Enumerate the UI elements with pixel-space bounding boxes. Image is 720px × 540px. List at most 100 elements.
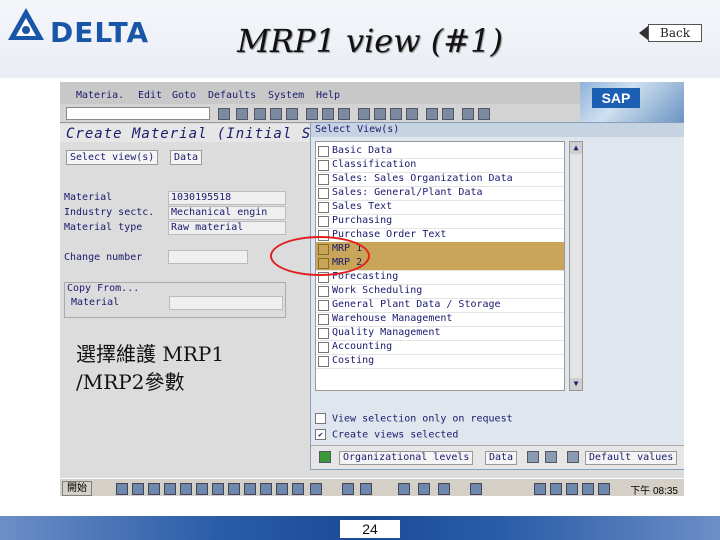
material-field[interactable]: 1030195518 bbox=[168, 191, 286, 205]
cancel-icon[interactable] bbox=[286, 108, 298, 120]
option-request-label: View selection only on request bbox=[332, 413, 513, 425]
org-levels-button[interactable]: Organizational levels bbox=[339, 451, 474, 465]
view-checkbox[interactable] bbox=[318, 328, 329, 339]
taskbar-app-icon[interactable] bbox=[276, 483, 288, 495]
menu-item-system[interactable]: System bbox=[268, 90, 304, 101]
view-row[interactable]: Classification bbox=[316, 158, 564, 173]
caption-line-2: /MRP2參數 bbox=[76, 370, 185, 394]
tray-icon[interactable] bbox=[534, 483, 546, 495]
layout-icon[interactable] bbox=[478, 108, 490, 120]
view-row[interactable]: Quality Management bbox=[316, 326, 564, 341]
tray-icon[interactable] bbox=[566, 483, 578, 495]
enter-icon[interactable] bbox=[218, 108, 230, 120]
view-row[interactable]: Warehouse Management bbox=[316, 312, 564, 327]
taskbar-app-icon[interactable] bbox=[342, 483, 354, 495]
taskbar-app-icon[interactable] bbox=[360, 483, 372, 495]
taskbar-app-icon[interactable] bbox=[116, 483, 128, 495]
view-checkbox[interactable] bbox=[318, 300, 329, 311]
taskbar-app-icon[interactable] bbox=[244, 483, 256, 495]
taskbar-app-icon[interactable] bbox=[310, 483, 322, 495]
find-next-icon[interactable] bbox=[338, 108, 350, 120]
taskbar-app-icon[interactable] bbox=[180, 483, 192, 495]
menu-item-edit[interactable]: Edit bbox=[138, 90, 162, 101]
tray-icon[interactable] bbox=[598, 483, 610, 495]
taskbar-app-icon[interactable] bbox=[260, 483, 272, 495]
view-checkbox[interactable] bbox=[318, 314, 329, 325]
copy-material-field[interactable] bbox=[169, 296, 283, 310]
option-request-only[interactable]: View selection only on request bbox=[315, 413, 513, 425]
taskbar-app-icon[interactable] bbox=[470, 483, 482, 495]
view-checkbox[interactable] bbox=[318, 188, 329, 199]
view-row[interactable]: Purchasing bbox=[316, 214, 564, 229]
industry-sector-field[interactable]: Mechanical engin bbox=[168, 206, 286, 220]
menu-item-goto[interactable]: Goto bbox=[172, 90, 196, 101]
taskbar-app-icon[interactable] bbox=[228, 483, 240, 495]
view-row[interactable]: Forecasting bbox=[316, 270, 564, 285]
help-icon[interactable] bbox=[462, 108, 474, 120]
menu-item-help[interactable]: Help bbox=[316, 90, 340, 101]
command-field[interactable] bbox=[66, 107, 210, 120]
view-checkbox[interactable] bbox=[318, 174, 329, 185]
change-number-field[interactable] bbox=[168, 250, 248, 264]
option-create-checkbox[interactable]: ✔ bbox=[315, 429, 326, 440]
taskbar-app-icon[interactable] bbox=[164, 483, 176, 495]
taskbar-app-icon[interactable] bbox=[196, 483, 208, 495]
start-button[interactable]: 開始 bbox=[62, 481, 92, 496]
view-row[interactable]: Work Scheduling bbox=[316, 284, 564, 299]
option-request-checkbox[interactable] bbox=[315, 413, 326, 424]
dialog-data-button[interactable]: Data bbox=[485, 451, 518, 465]
view-label: Basic Data bbox=[332, 145, 393, 156]
exit-icon[interactable] bbox=[270, 108, 282, 120]
taskbar-app-icon[interactable] bbox=[398, 483, 410, 495]
new-session-icon[interactable] bbox=[426, 108, 438, 120]
deselect-all-icon[interactable] bbox=[545, 451, 557, 463]
taskbar-app-icon[interactable] bbox=[292, 483, 304, 495]
taskbar-app-icon[interactable] bbox=[132, 483, 144, 495]
taskbar-app-icon[interactable] bbox=[438, 483, 450, 495]
view-row[interactable]: Accounting bbox=[316, 340, 564, 355]
next-page-icon[interactable] bbox=[390, 108, 402, 120]
view-row[interactable]: Sales Text bbox=[316, 200, 564, 215]
view-row[interactable]: Costing bbox=[316, 354, 564, 369]
shortcut-icon[interactable] bbox=[442, 108, 454, 120]
taskbar-app-icon[interactable] bbox=[148, 483, 160, 495]
tray-icon[interactable] bbox=[550, 483, 562, 495]
confirm-icon[interactable] bbox=[319, 451, 331, 463]
data-button[interactable]: Data bbox=[170, 150, 203, 165]
select-views-button[interactable]: Select view(s) bbox=[66, 150, 159, 165]
option-create-selected[interactable]: ✔ Create views selected bbox=[315, 429, 458, 441]
save-icon[interactable] bbox=[236, 108, 248, 120]
view-row[interactable]: Sales: General/Plant Data bbox=[316, 186, 564, 201]
scroll-down-icon[interactable]: ▼ bbox=[570, 378, 582, 390]
find-icon[interactable] bbox=[322, 108, 334, 120]
view-checkbox[interactable] bbox=[318, 216, 329, 227]
view-checkbox[interactable] bbox=[318, 202, 329, 213]
print-icon[interactable] bbox=[306, 108, 318, 120]
view-row[interactable]: Basic Data bbox=[316, 144, 564, 159]
view-checkbox[interactable] bbox=[318, 342, 329, 353]
view-checkbox[interactable] bbox=[318, 286, 329, 297]
select-all-icon[interactable] bbox=[527, 451, 539, 463]
view-checkbox[interactable] bbox=[318, 160, 329, 171]
taskbar-app-icon[interactable] bbox=[418, 483, 430, 495]
prev-page-icon[interactable] bbox=[374, 108, 386, 120]
tray-icon[interactable] bbox=[582, 483, 594, 495]
taskbar-app-icon[interactable] bbox=[212, 483, 224, 495]
material-type-field[interactable]: Raw material bbox=[168, 221, 286, 235]
view-row[interactable]: General Plant Data / Storage bbox=[316, 298, 564, 313]
first-page-icon[interactable] bbox=[358, 108, 370, 120]
view-row[interactable]: Sales: Sales Organization Data bbox=[316, 172, 564, 187]
views-scrollbar[interactable]: ▲ ▼ bbox=[569, 141, 583, 391]
view-checkbox[interactable] bbox=[318, 146, 329, 157]
scroll-up-icon[interactable]: ▲ bbox=[570, 142, 582, 154]
last-page-icon[interactable] bbox=[406, 108, 418, 120]
back-icon[interactable] bbox=[254, 108, 266, 120]
copy-from-title: Copy From... bbox=[67, 283, 140, 294]
change-number-label: Change number bbox=[64, 252, 143, 263]
default-values-button[interactable]: Default values bbox=[585, 451, 678, 465]
menu-item-defaults[interactable]: Defaults bbox=[208, 90, 256, 101]
menu-item-material[interactable]: Materia. bbox=[76, 90, 124, 101]
back-button[interactable]: Back bbox=[639, 24, 702, 42]
defaults-icon[interactable] bbox=[567, 451, 579, 463]
view-checkbox[interactable] bbox=[318, 356, 329, 367]
